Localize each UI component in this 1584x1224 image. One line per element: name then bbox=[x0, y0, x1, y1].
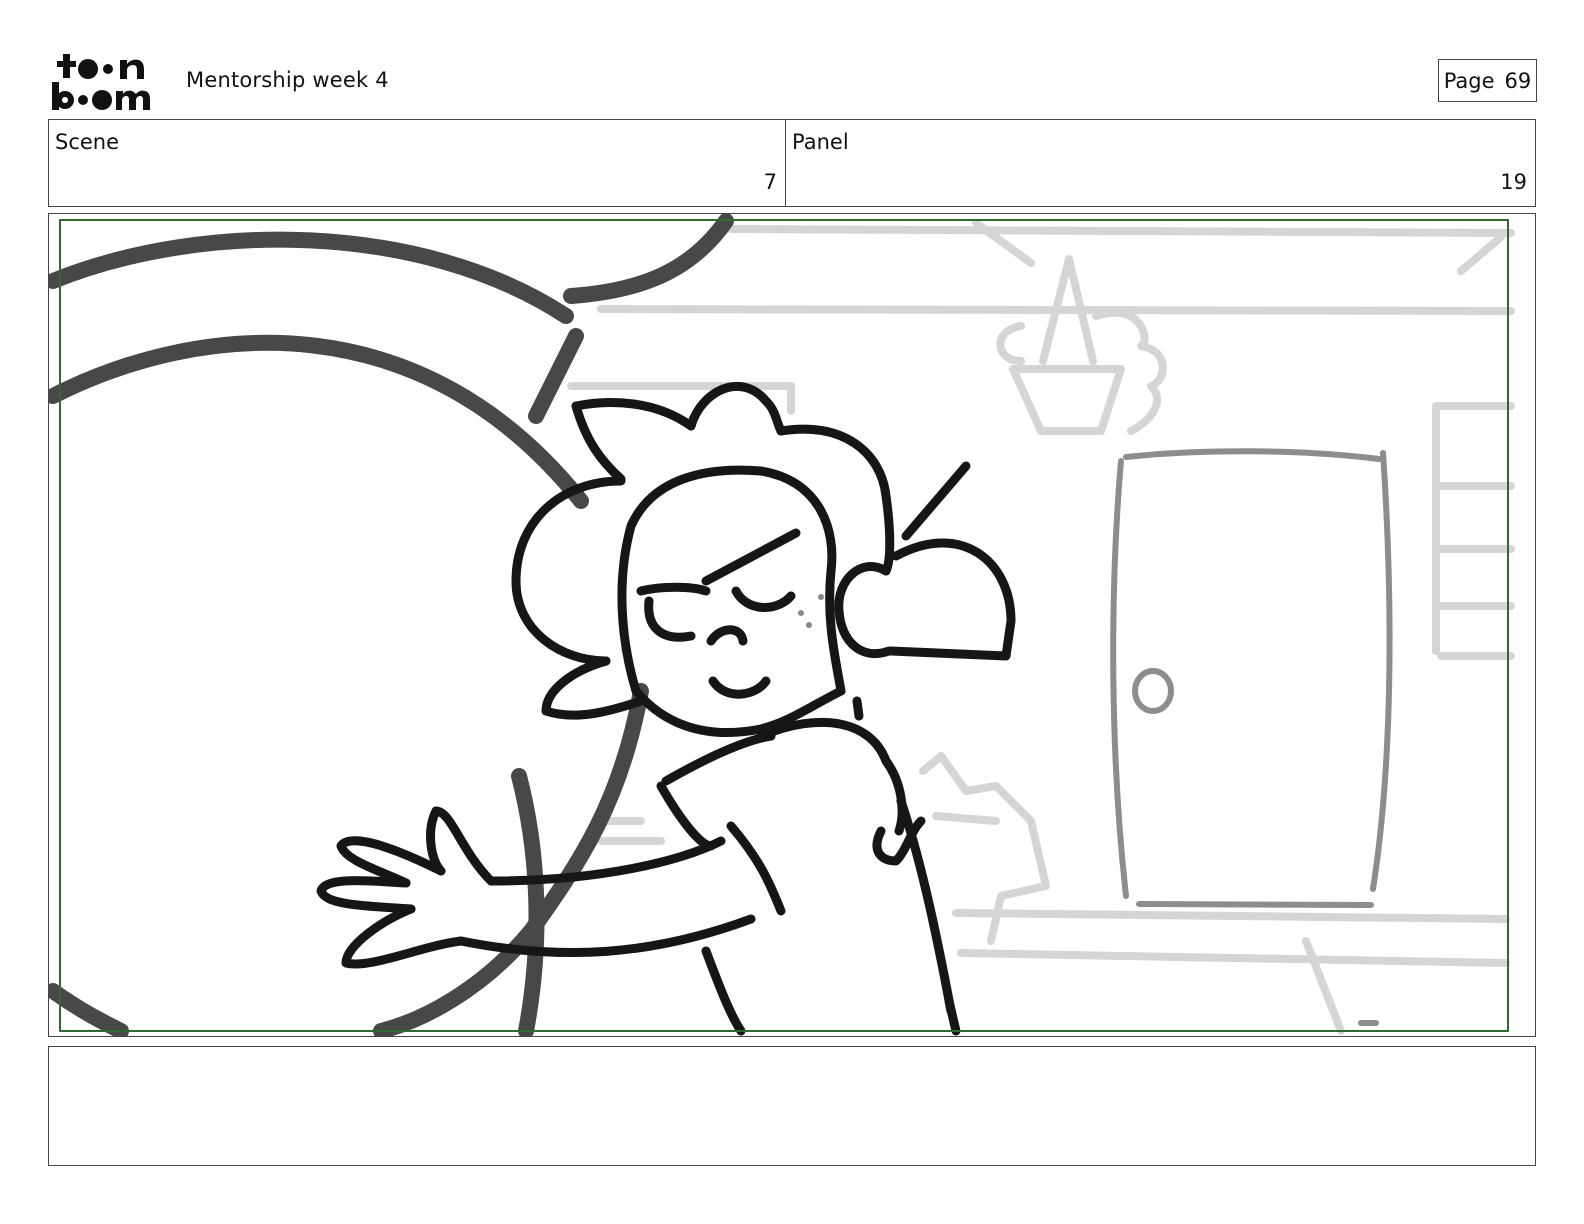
cheek-freckles bbox=[798, 594, 824, 628]
background-sketch bbox=[567, 219, 1515, 1035]
scene-panel-info: Scene 7 Panel 19 bbox=[48, 119, 1536, 207]
page-label: Page bbox=[1443, 68, 1495, 93]
page-number: 69 bbox=[1504, 68, 1532, 93]
document-title: Mentorship week 4 bbox=[186, 68, 389, 92]
panel-number: 19 bbox=[1500, 170, 1527, 194]
panel-cell: Panel 19 bbox=[786, 120, 1535, 206]
scene-number: 7 bbox=[763, 170, 777, 194]
toon-boom-logo bbox=[52, 54, 150, 110]
panel-sketch bbox=[49, 214, 1515, 1036]
character-sketch bbox=[316, 381, 1016, 1036]
panel-label: Panel bbox=[792, 130, 849, 154]
page-indicator: Page 69 bbox=[1438, 59, 1537, 102]
storyboard-panel bbox=[48, 213, 1536, 1037]
door-sketch bbox=[1110, 448, 1393, 1026]
scene-cell: Scene 7 bbox=[49, 120, 786, 206]
panel-notes bbox=[48, 1046, 1536, 1166]
scene-label: Scene bbox=[55, 130, 120, 154]
